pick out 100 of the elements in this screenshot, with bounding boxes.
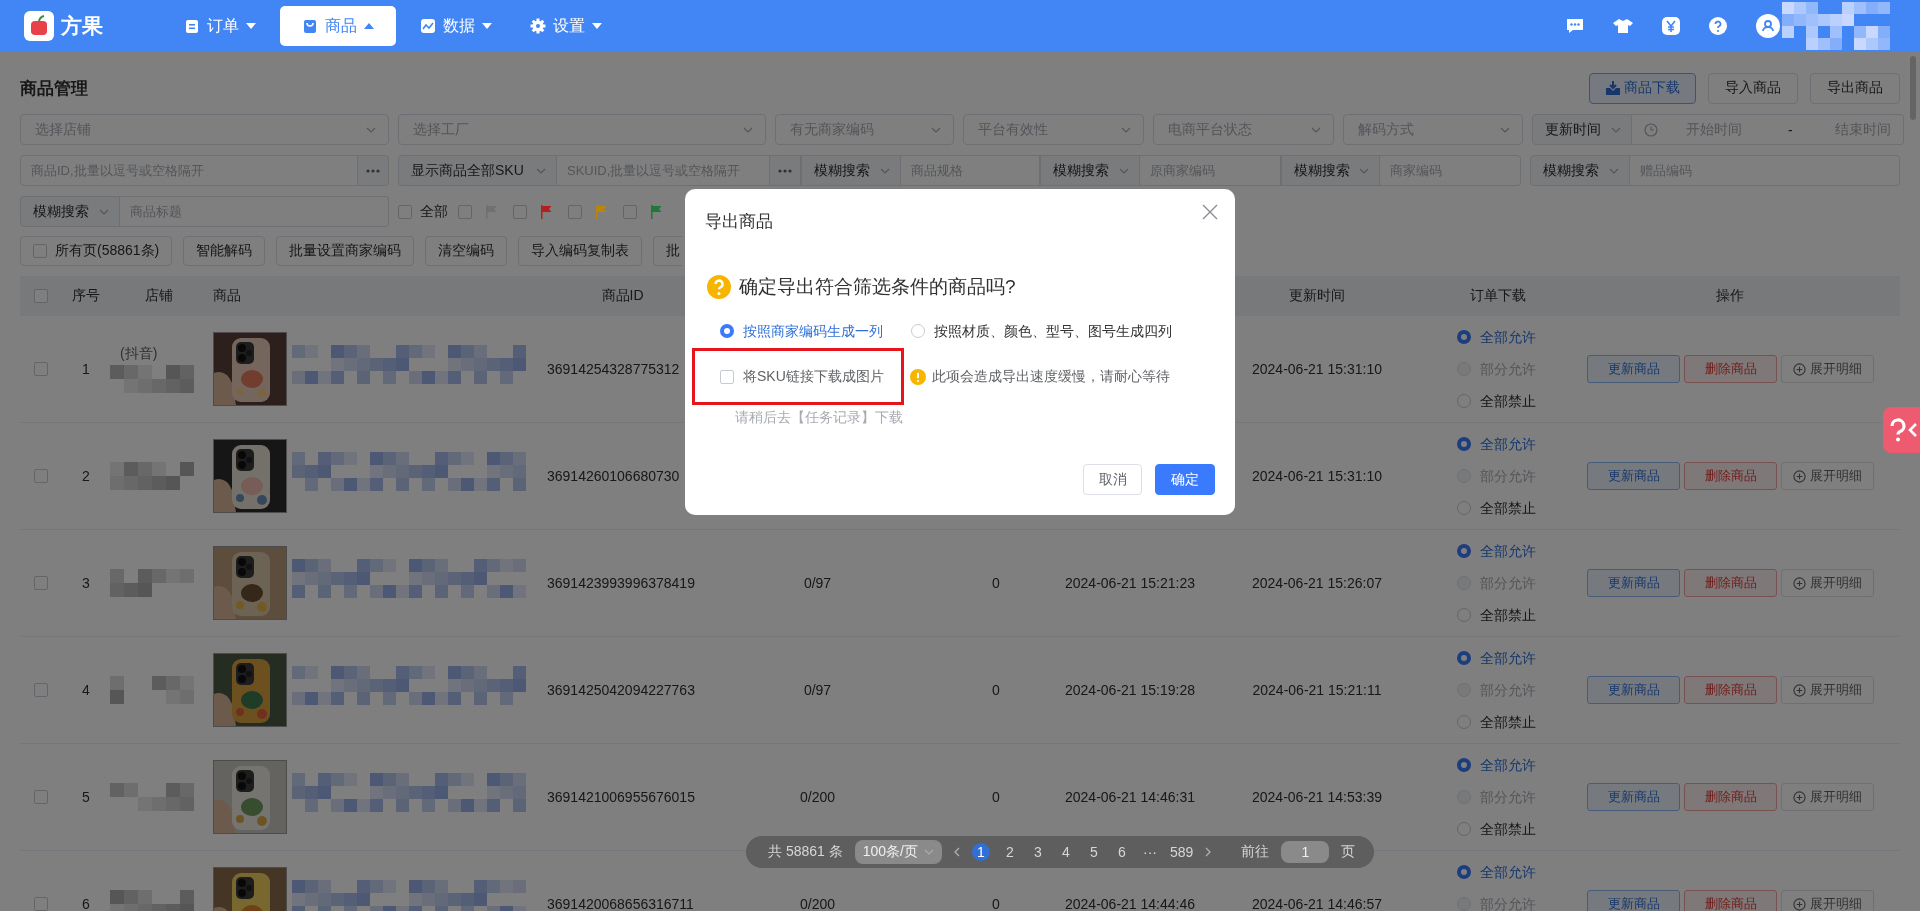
shirt-icon[interactable]	[1613, 18, 1633, 34]
radio-option[interactable]: 全部允许	[1457, 540, 1536, 562]
delete-button[interactable]: 删除商品	[1684, 676, 1777, 704]
toolbar-button[interactable]: 批量设置商家编码	[276, 236, 415, 266]
chevron-left-icon[interactable]	[953, 847, 960, 857]
more-button[interactable]	[358, 155, 389, 186]
chat-icon[interactable]	[1566, 18, 1584, 34]
row-checkbox[interactable]	[34, 469, 48, 483]
radio-option[interactable]: 全部禁止	[1457, 390, 1536, 412]
page-number[interactable]: 2	[1001, 844, 1018, 860]
page-number[interactable]: 589	[1169, 844, 1194, 860]
search-mode-select[interactable]: 更新时间	[1532, 114, 1632, 145]
expand-button[interactable]: 展开明细	[1781, 569, 1874, 597]
plus-circle-icon	[1793, 790, 1806, 804]
row-checkbox[interactable]	[34, 362, 48, 376]
checkbox[interactable]: 全部	[398, 202, 448, 221]
search-mode-select[interactable]: 模糊搜索	[1281, 155, 1381, 186]
page-number[interactable]: 4	[1057, 844, 1074, 860]
toolbar-button[interactable]: 智能解码	[183, 236, 266, 266]
yen-icon[interactable]	[1662, 17, 1680, 35]
expand-button[interactable]: 展开明细	[1781, 890, 1874, 911]
update-button[interactable]: 更新商品	[1587, 676, 1680, 704]
row-checkbox[interactable]	[34, 790, 48, 804]
expand-button[interactable]: 展开明细	[1781, 783, 1874, 811]
page-number[interactable]: 1	[971, 843, 990, 861]
update-button[interactable]: 更新商品	[1587, 355, 1680, 383]
delete-button[interactable]: 删除商品	[1684, 890, 1777, 911]
toolbar-button[interactable]: 批	[653, 236, 683, 266]
radio-option[interactable]: 全部允许	[1457, 861, 1536, 883]
checkbox[interactable]: 所有页(58861条)	[20, 236, 173, 266]
scrollbar[interactable]	[1910, 56, 1916, 120]
chevron-right-icon[interactable]	[1205, 847, 1212, 857]
close-icon[interactable]	[1202, 204, 1218, 220]
clipboard-icon	[184, 18, 200, 34]
nav-tab[interactable]: 数据	[406, 6, 506, 46]
row-checkbox[interactable]	[34, 683, 48, 697]
page-title: 商品管理	[20, 77, 88, 100]
row-checkbox[interactable]	[34, 576, 48, 590]
delete-button[interactable]: 删除商品	[1684, 783, 1777, 811]
avatar-icon[interactable]	[1756, 14, 1780, 38]
brand-name: 方果	[61, 13, 103, 39]
delete-button[interactable]: 删除商品	[1684, 462, 1777, 490]
radio-option[interactable]: 全部允许	[1457, 433, 1536, 455]
radio-option[interactable]: 按照材质、颜色、型号、图号生成四列	[911, 320, 1172, 342]
page-button[interactable]: 导出商品	[1810, 72, 1900, 104]
download-button[interactable]: 商品下载	[1589, 72, 1696, 104]
radio-option[interactable]: 全部允许	[1457, 754, 1536, 776]
page-input[interactable]: 1	[1281, 841, 1330, 863]
nav-tab[interactable]: 设置	[516, 6, 616, 46]
table-cell: 0/200	[799, 896, 835, 911]
checkbox[interactable]	[458, 204, 472, 219]
chevron-down-icon	[1359, 167, 1370, 174]
toolbar-button[interactable]: 导入编码复制表	[518, 236, 643, 266]
checkbox[interactable]	[568, 204, 582, 219]
checkbox[interactable]	[623, 204, 637, 219]
checkbox[interactable]: 将SKU链接下载成图片	[720, 367, 884, 386]
search-mode-select[interactable]: 模糊搜索	[800, 155, 901, 186]
table-cell: 1	[82, 361, 90, 377]
expand-button[interactable]: 展开明细	[1781, 355, 1874, 383]
chevron-down-icon	[931, 126, 941, 133]
update-button[interactable]: 更新商品	[1587, 569, 1680, 597]
radio-option[interactable]: 按照商家编码生成一列	[720, 320, 883, 342]
column-header: 商品	[212, 286, 242, 305]
more-button[interactable]	[769, 155, 801, 186]
help-tab[interactable]	[1883, 407, 1920, 453]
page-number[interactable]: 6	[1113, 844, 1130, 860]
radio-option[interactable]: 全部禁止	[1457, 711, 1536, 733]
table-cell: 0	[992, 896, 1000, 911]
page-button[interactable]: 导入商品	[1708, 72, 1798, 104]
update-button[interactable]: 更新商品	[1587, 890, 1680, 911]
page-number[interactable]: 5	[1085, 844, 1102, 860]
search-mode-select[interactable]: 模糊搜索	[1530, 155, 1630, 186]
radio-option[interactable]: 全部禁止	[1457, 497, 1536, 519]
help-icon[interactable]	[1709, 17, 1727, 35]
page-size-select[interactable]: 100条/页	[854, 840, 942, 864]
search-mode-select[interactable]: 模糊搜索	[20, 196, 120, 227]
expand-button[interactable]: 展开明细	[1781, 676, 1874, 704]
cancel-button[interactable]: 取消	[1083, 464, 1142, 495]
radio-option[interactable]: 全部允许	[1457, 326, 1536, 348]
delete-button[interactable]: 删除商品	[1684, 569, 1777, 597]
nav-tab[interactable]: 订单	[170, 6, 270, 46]
update-button[interactable]: 更新商品	[1587, 462, 1680, 490]
nav-tab[interactable]: 商品	[280, 6, 396, 46]
radio-option[interactable]: 全部禁止	[1457, 818, 1536, 840]
delete-button[interactable]: 删除商品	[1684, 355, 1777, 383]
table-cell: 0/200	[799, 789, 835, 805]
page-number[interactable]: ···	[1141, 844, 1158, 860]
column-header: 店铺	[144, 286, 174, 305]
update-button[interactable]: 更新商品	[1587, 783, 1680, 811]
expand-button[interactable]: 展开明细	[1781, 462, 1874, 490]
search-mode-select[interactable]: 显示商品全部SKU	[398, 155, 557, 186]
confirm-button[interactable]: 确定	[1155, 464, 1215, 495]
search-mode-select[interactable]: 模糊搜索	[1040, 155, 1141, 186]
page-number[interactable]: 3	[1029, 844, 1046, 860]
toolbar-button[interactable]: 清空编码	[425, 236, 508, 266]
row-checkbox[interactable]	[34, 897, 48, 911]
checkbox[interactable]	[513, 204, 527, 219]
select-all-checkbox[interactable]	[34, 289, 48, 303]
radio-option[interactable]: 全部禁止	[1457, 604, 1536, 626]
radio-option[interactable]: 全部允许	[1457, 647, 1536, 669]
